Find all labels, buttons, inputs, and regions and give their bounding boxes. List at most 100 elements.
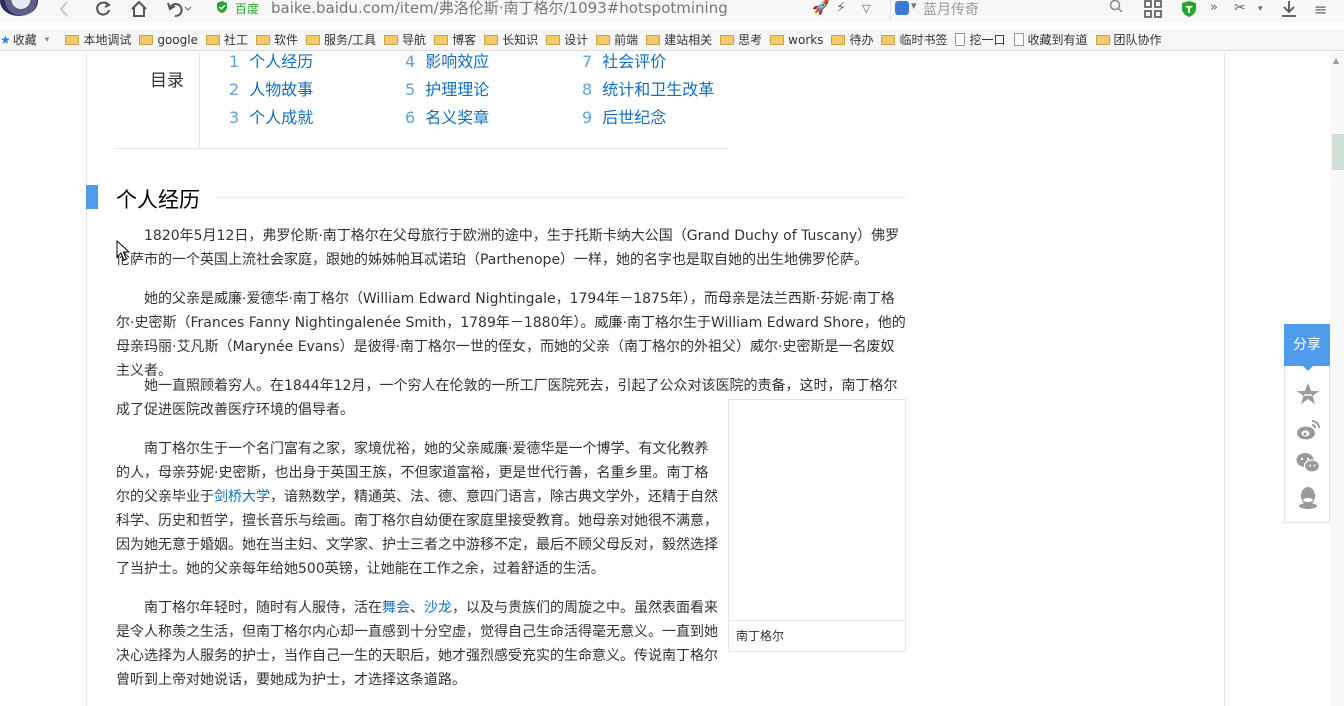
search-icon[interactable]	[1109, 0, 1123, 17]
bookmark-item[interactable]: 思考	[720, 31, 762, 48]
favorites-menu[interactable]: ★ 收藏 ▾	[0, 31, 49, 48]
toc-divider	[199, 52, 200, 149]
scroll-thumb[interactable]	[1332, 134, 1344, 170]
link-cambridge[interactable]: 剑桥大学	[214, 489, 270, 505]
folder-icon	[384, 34, 399, 45]
bookmark-item[interactable]: 挖一口	[955, 31, 1006, 48]
search-engine-icon[interactable]	[895, 1, 909, 15]
toc-item-8[interactable]: 8 统计和卫生改革	[582, 76, 714, 100]
home-icon[interactable]	[130, 0, 148, 18]
search-box[interactable]: ▾ 蓝月传奇	[890, 0, 1130, 20]
toc-item-7[interactable]: 7 社会评价	[582, 48, 666, 72]
chevron-down-icon[interactable]: ▽	[862, 2, 870, 15]
scissors-icon[interactable]: ✂	[1234, 0, 1246, 16]
folder-icon	[546, 34, 561, 45]
extension-t-icon[interactable]: T	[1180, 0, 1198, 22]
page-icon	[955, 33, 966, 46]
reload-icon[interactable]	[94, 0, 112, 18]
engine-dropdown-icon[interactable]: ▾	[911, 0, 917, 12]
toc-item-2[interactable]: 2 人物故事	[229, 76, 313, 100]
back-icon[interactable]	[58, 0, 70, 18]
bookmark-label: 收藏到有道	[1027, 33, 1088, 47]
bookmark-item[interactable]: 临时书签	[881, 31, 947, 48]
menu-icon[interactable]: ≡	[1314, 0, 1327, 19]
bookmark-label: 服务/工具	[324, 33, 377, 47]
user-avatar[interactable]	[0, 0, 38, 16]
share-sidebar: 分享	[1284, 324, 1330, 523]
link-ball[interactable]: 舞会	[382, 600, 410, 616]
portrait-image[interactable]	[729, 400, 905, 620]
bookmark-label: 博客	[452, 33, 477, 47]
bookmark-item[interactable]: 收藏到有道	[1013, 31, 1088, 48]
folder-icon	[484, 34, 499, 45]
svg-text:T: T	[1186, 5, 1193, 16]
caret-down-icon: ▾	[44, 34, 50, 45]
bookmarks-bar: ★ 收藏 ▾ 本地调试 google 社工 软件 服务/工具 导航 博客 长知识 设计 前端 建站相…	[0, 29, 1344, 51]
address-bar[interactable]: 百度 baike.baidu.com/item/弗洛伦斯·南丁格尔/1093#h…	[205, 0, 805, 20]
folder-icon	[646, 34, 661, 45]
url-text[interactable]: baike.baidu.com/item/弗洛伦斯·南丁格尔/1093#hots…	[271, 0, 728, 18]
bookmark-label: works	[788, 32, 824, 47]
bookmark-label: 挖一口	[969, 33, 1006, 47]
folder-icon	[255, 34, 270, 45]
bookmark-item[interactable]: 博客	[434, 31, 476, 48]
toc-item-1[interactable]: 1 个人经历	[229, 48, 313, 72]
more-chevrons-icon[interactable]: »	[1210, 0, 1218, 15]
folder-icon	[306, 34, 320, 45]
scissors-dropdown-icon[interactable]: ▾	[1258, 4, 1263, 14]
page-icon	[1013, 33, 1024, 46]
bookmark-label: 团队协作	[1113, 33, 1162, 47]
bookmark-item[interactable]: 导航	[384, 31, 426, 48]
bookmark-label: 临时书签	[899, 33, 948, 47]
folder-icon	[881, 34, 896, 45]
share-notch	[1302, 365, 1314, 371]
search-hint[interactable]: 蓝月传奇	[923, 0, 979, 19]
toc-item-4[interactable]: 4 影响效应	[405, 48, 489, 72]
bookmark-label: 长知识	[502, 33, 539, 47]
vertical-scrollbar[interactable]: ▲	[1330, 52, 1344, 706]
toc-item-6[interactable]: 6 名义奖章	[405, 104, 489, 128]
link-salon[interactable]: 沙龙	[424, 600, 452, 616]
content-border-left	[86, 52, 87, 706]
content-border-right	[1224, 52, 1225, 706]
share-button[interactable]: 分享	[1284, 324, 1330, 366]
qq-icon[interactable]	[1295, 485, 1321, 511]
bookmark-item[interactable]: 社工	[205, 31, 248, 48]
bookmark-item[interactable]: 团队协作	[1095, 31, 1162, 48]
bookmark-item[interactable]: 建站相关	[646, 31, 712, 48]
wechat-icon[interactable]	[1295, 450, 1321, 476]
bookmark-item[interactable]: 软件	[255, 31, 298, 48]
bookmark-label: 待办	[849, 33, 874, 47]
bookmark-item[interactable]: 服务/工具	[306, 31, 376, 48]
bookmark-label: 建站相关	[664, 33, 713, 47]
bookmark-label: 前端	[614, 33, 639, 47]
bookmark-item[interactable]: 本地调试	[65, 31, 131, 48]
folder-icon	[770, 34, 785, 45]
browser-toolbar: 百度 baike.baidu.com/item/弗洛伦斯·南丁格尔/1093#h…	[0, 0, 1344, 22]
folder-icon	[205, 34, 220, 45]
bookmark-item[interactable]: google	[139, 33, 198, 47]
apps-grid-icon[interactable]	[1144, 0, 1162, 22]
weibo-icon[interactable]	[1295, 417, 1321, 443]
toc-item-9[interactable]: 9 后世纪念	[582, 104, 666, 128]
portrait-figure[interactable]: 南丁格尔	[728, 399, 906, 652]
scroll-up-arrow-icon[interactable]: ▲	[1333, 56, 1339, 65]
bookmark-item[interactable]: works	[770, 33, 823, 47]
folder-icon	[1095, 34, 1110, 45]
paragraph-4: 南丁格尔生于一个名门富有之家，家境优裕，她的父亲威廉·爱德华是一个博学、有文化教…	[116, 441, 718, 577]
folder-icon	[65, 34, 80, 45]
bookmark-item[interactable]: 长知识	[484, 31, 538, 48]
bookmark-item[interactable]: 前端	[596, 31, 638, 48]
bookmark-item[interactable]: 待办	[831, 31, 873, 48]
favorite-star-icon[interactable]	[1295, 381, 1321, 407]
rocket-icon[interactable]: 🚀	[812, 0, 829, 16]
bookmark-label: 导航	[402, 33, 427, 47]
bookmark-item[interactable]: 设计	[546, 31, 588, 48]
lightning-icon[interactable]: ⚡	[836, 0, 846, 16]
toc-item-3[interactable]: 3 个人成就	[229, 104, 313, 128]
bookmark-label: google	[157, 32, 198, 47]
toc-item-5[interactable]: 5 护理理论	[405, 76, 489, 100]
secure-shield-icon	[217, 1, 227, 13]
download-icon[interactable]	[1280, 0, 1298, 22]
undo-icon[interactable]	[166, 0, 192, 18]
